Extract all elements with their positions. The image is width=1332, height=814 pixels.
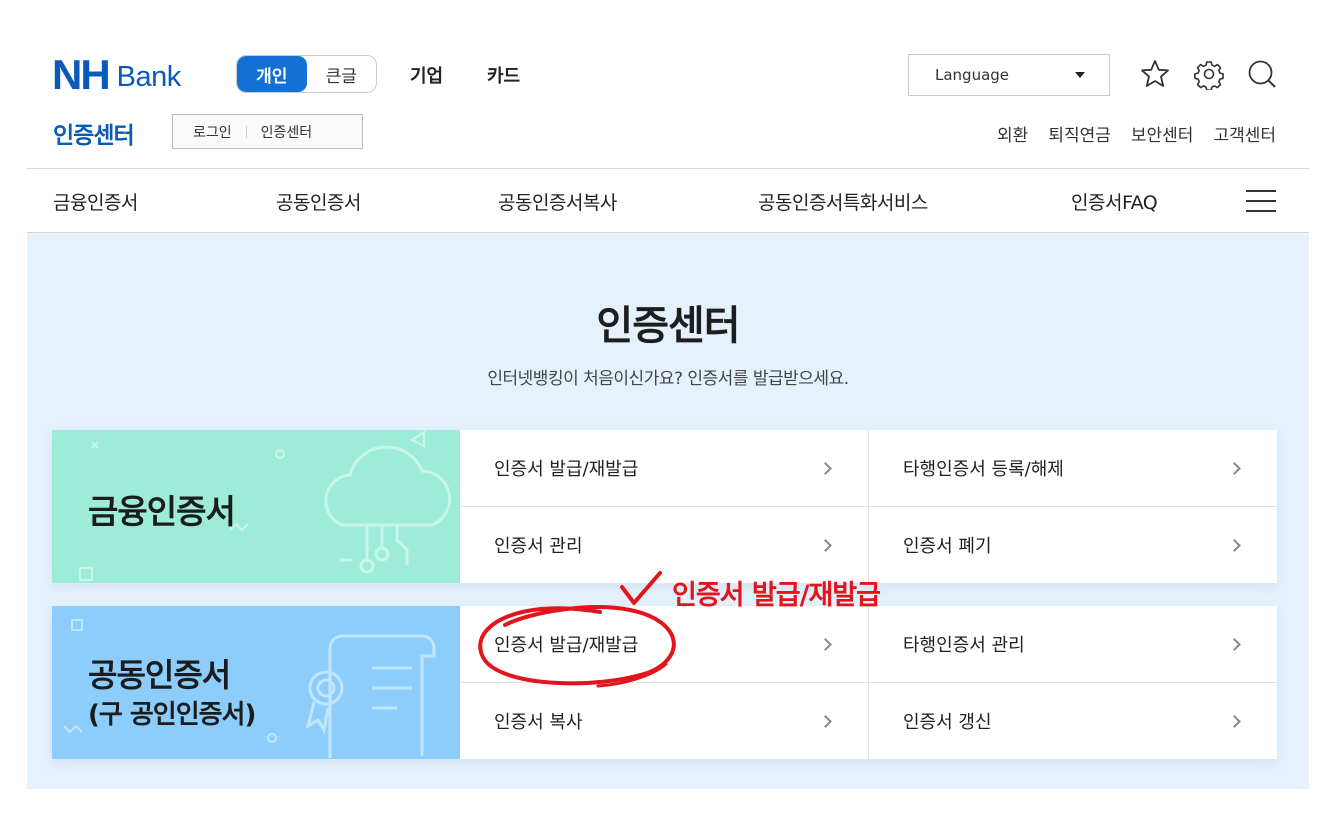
issue-reissue-link[interactable]: 인증서 발급/재발급 (460, 606, 868, 682)
cell-label: 타행인증서 관리 (903, 635, 1025, 656)
gnb-item-financial-cert[interactable]: 금융인증서 (53, 188, 138, 215)
divider (460, 682, 1277, 683)
gnb-item-joint-cert-copy[interactable]: 공동인증서복사 (498, 188, 617, 215)
util-link-security[interactable]: 보안센터 (1131, 121, 1194, 146)
top-link-card[interactable]: 카드 (487, 62, 520, 88)
divider (460, 506, 1277, 507)
cell-label: 인증서 관리 (494, 536, 583, 557)
page-subtitle: 인터넷뱅킹이 처음이신가요? 인증서를 발급받으세요. (487, 369, 849, 389)
toggle-personal[interactable]: 개인 (237, 56, 307, 92)
cert-manage-link[interactable]: 인증서 관리 (460, 507, 868, 583)
page-title: 인증센터 (596, 303, 740, 349)
gnb-item-joint-cert[interactable]: 공동인증서 (276, 188, 361, 215)
logo-bank-text: Bank (116, 61, 182, 93)
breadcrumb: 로그인 인증센터 (172, 114, 363, 149)
chevron-right-icon (819, 637, 832, 651)
chevron-right-icon (1228, 714, 1241, 728)
star-icon[interactable] (1139, 58, 1171, 90)
main-content: 인증센터 인터넷뱅킹이 처음이신가요? 인증서를 발급받으세요. 금융인증서 인… (27, 232, 1309, 789)
utility-links: 외환 퇴직연금 보안센터 고객센터 (997, 121, 1276, 146)
divider (245, 125, 247, 138)
card-title: 금융인증서 (88, 492, 236, 531)
util-link-pension[interactable]: 퇴직연금 (1048, 121, 1111, 146)
cert-copy-link[interactable]: 인증서 복사 (460, 683, 868, 759)
section-title[interactable]: 인증센터 (53, 116, 135, 150)
chevron-right-icon (1228, 637, 1241, 651)
joint-cert-banner: 공동인증서 (구 공인인증서) (52, 606, 460, 759)
financial-cert-banner: 금융인증서 (52, 430, 460, 583)
gnb-item-joint-cert-special[interactable]: 공동인증서특화서비스 (758, 188, 928, 215)
cell-label: 인증서 폐기 (903, 536, 992, 557)
logo-nh-text: NH (52, 51, 111, 98)
chevron-right-icon (819, 461, 832, 475)
nh-bank-logo[interactable]: NH Bank (52, 51, 182, 98)
financial-cert-card: 금융인증서 인증서 발급/재발급 타행인증서 등록/해제 인증서 관리 인증서 … (52, 430, 1277, 583)
gnb-item-cert-faq[interactable]: 인증서FAQ (1071, 188, 1158, 215)
search-icon[interactable] (1246, 58, 1278, 90)
other-bank-register-link[interactable]: 타행인증서 등록/해제 (869, 430, 1277, 506)
annotation-text: 인증서 발급/재발급 (672, 580, 881, 611)
personal-largefont-toggle: 개인 큰글 (236, 55, 377, 93)
issue-reissue-link[interactable]: 인증서 발급/재발급 (460, 430, 868, 506)
chevron-down-icon (1075, 72, 1085, 78)
cert-renew-link[interactable]: 인증서 갱신 (869, 683, 1277, 759)
cert-revoke-link[interactable]: 인증서 폐기 (869, 507, 1277, 583)
card-subtitle: (구 공인인증서) (88, 700, 256, 730)
chevron-right-icon (819, 538, 832, 552)
chevron-right-icon (1228, 461, 1241, 475)
header-divider (27, 168, 1309, 169)
util-link-customer[interactable]: 고객센터 (1213, 121, 1276, 146)
top-link-corporate[interactable]: 기업 (410, 62, 443, 88)
joint-cert-card: 공동인증서 (구 공인인증서) 인증서 발급/재발급 타행인증서 관리 인증서 … (52, 606, 1277, 759)
gear-icon[interactable] (1193, 58, 1225, 91)
chevron-right-icon (819, 714, 832, 728)
util-link-forex[interactable]: 외환 (997, 121, 1028, 146)
cell-label: 인증서 발급/재발급 (494, 459, 639, 480)
cell-label: 인증서 발급/재발급 (494, 635, 639, 656)
other-bank-manage-link[interactable]: 타행인증서 관리 (869, 606, 1277, 682)
card-title: 공동인증서 (88, 656, 231, 694)
language-label: Language (935, 66, 1010, 84)
menu-icon[interactable] (1246, 190, 1276, 212)
chevron-right-icon (1228, 538, 1241, 552)
cell-label: 인증서 갱신 (903, 712, 992, 733)
cell-label: 타행인증서 등록/해제 (903, 459, 1064, 480)
cell-label: 인증서 복사 (494, 712, 583, 733)
toggle-large-font[interactable]: 큰글 (307, 56, 377, 92)
cert-center-link[interactable]: 인증센터 (261, 122, 313, 142)
language-select[interactable]: Language (908, 54, 1110, 96)
login-link[interactable]: 로그인 (193, 122, 232, 142)
